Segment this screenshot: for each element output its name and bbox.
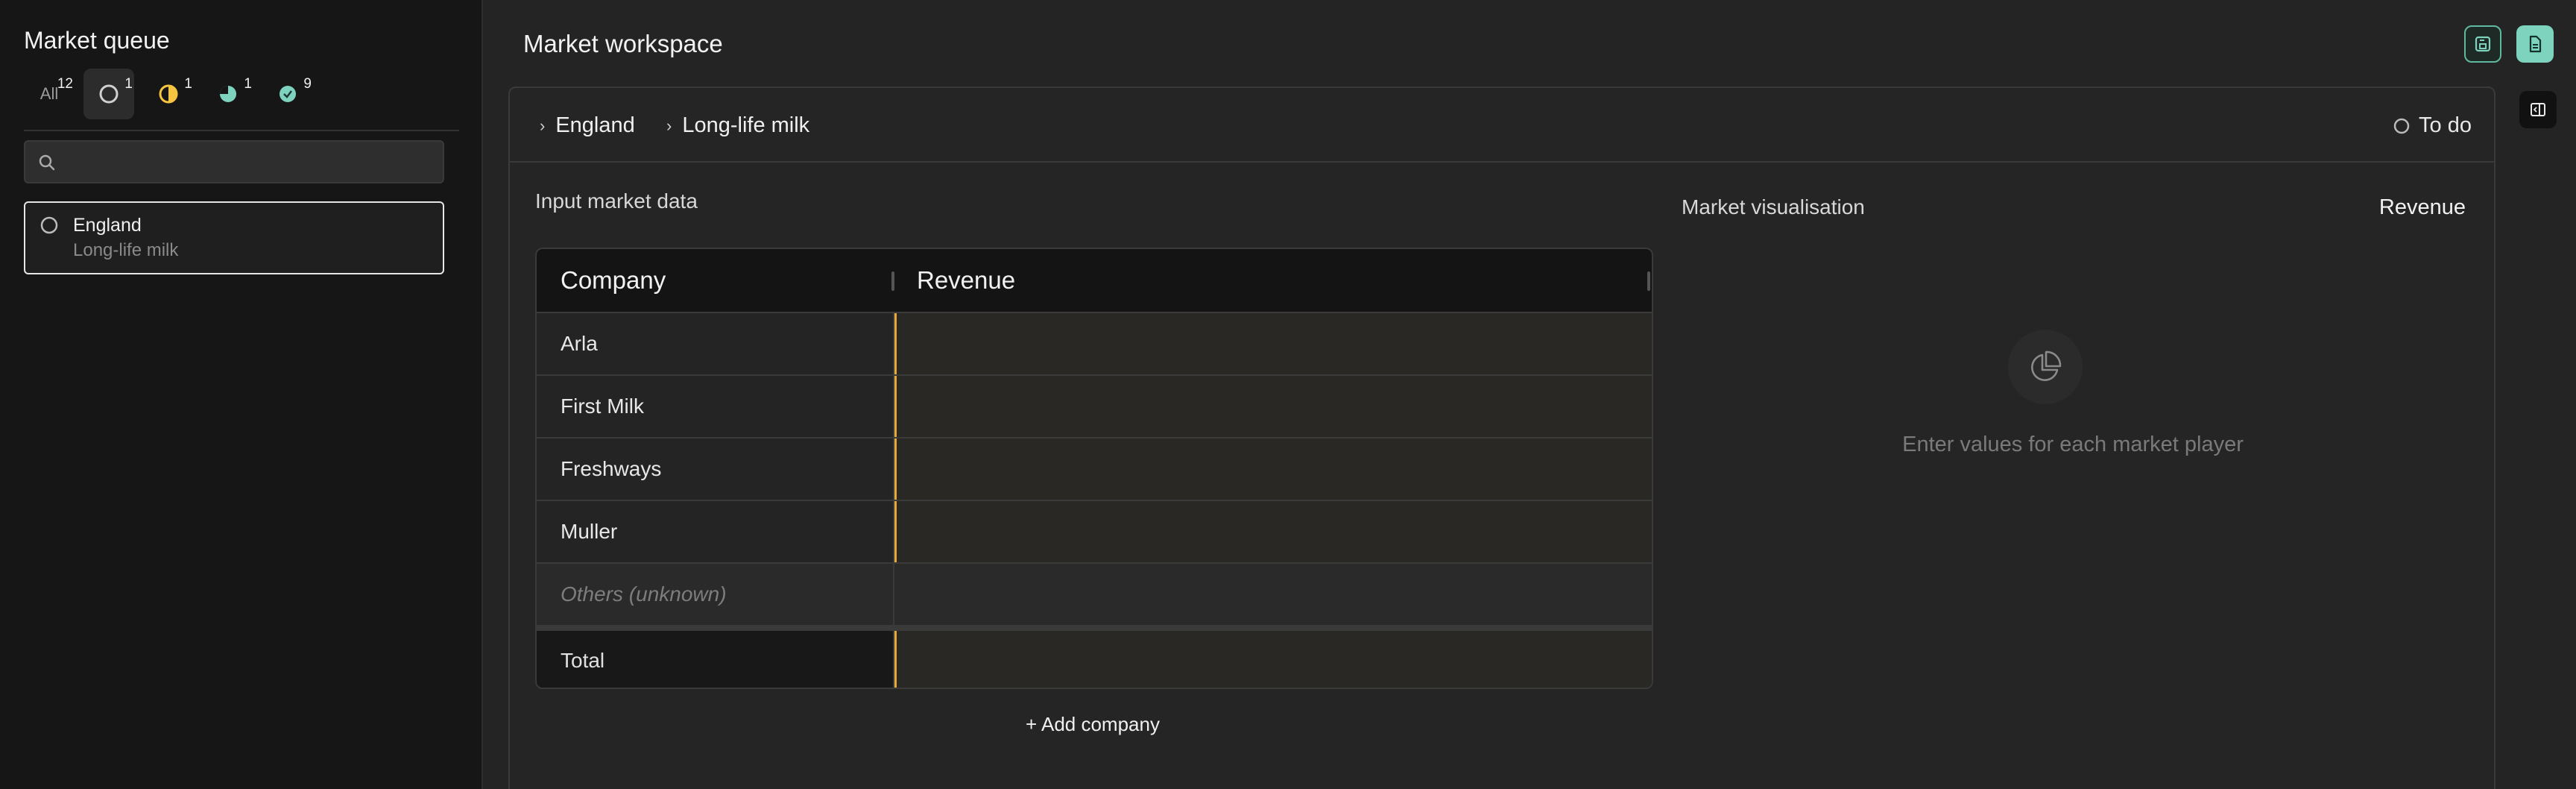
filter-all-label: All: [40, 84, 59, 103]
half-circle-icon: [159, 84, 178, 104]
sidebar-toggle-icon: [2531, 103, 2545, 116]
filter-count: 12: [57, 76, 73, 92]
chevron-right-icon: ›: [540, 116, 546, 135]
filter-count: 1: [244, 76, 252, 92]
empty-circle-icon: [2393, 118, 2410, 133]
status-badge[interactable]: To do: [2392, 113, 2472, 138]
table-row-others: Others (unknown): [537, 564, 1652, 626]
revenue-input-cell[interactable]: [894, 501, 1652, 562]
filter-all[interactable]: All 12: [24, 69, 75, 119]
empty-circle-icon: [40, 216, 58, 234]
workspace-panel: › England › Long-life milk To do Input m…: [508, 87, 2496, 789]
breadcrumb-product[interactable]: › Long-life milk: [666, 113, 809, 138]
chart-placeholder: [2008, 330, 2083, 404]
table-row: First Milk: [537, 376, 1652, 438]
column-header-company: Company: [561, 266, 666, 294]
company-cell[interactable]: Muller: [537, 501, 894, 562]
save-icon: [2475, 36, 2491, 52]
others-value-cell: [894, 564, 1652, 625]
filter-review[interactable]: 1: [203, 69, 253, 119]
page-title: Market workspace: [523, 30, 723, 57]
check-circle-icon: [280, 86, 296, 102]
table-row: Muller: [537, 501, 1652, 564]
filter-in-progress[interactable]: 1: [143, 69, 194, 119]
filter-todo[interactable]: 1: [83, 69, 134, 119]
document-button[interactable]: [2516, 25, 2554, 63]
column-header-revenue: Revenue: [917, 266, 1016, 294]
queue-item-subtitle: Long-life milk: [73, 240, 179, 260]
sidebar-title: Market queue: [24, 27, 170, 54]
total-value-cell[interactable]: [894, 631, 1652, 688]
breadcrumb-country[interactable]: › England: [540, 113, 635, 138]
filter-count: 9: [303, 76, 312, 92]
others-cell: Others (unknown): [537, 564, 894, 625]
document-icon: [2529, 35, 2542, 53]
status-filters: All 12 1 1 1 9: [24, 69, 313, 119]
queue-item-england[interactable]: England Long-life milk: [24, 201, 444, 274]
search-input[interactable]: [64, 148, 437, 177]
total-cell: Total: [537, 631, 894, 688]
status-label: To do: [2419, 113, 2472, 137]
toggle-panel-button[interactable]: [2519, 91, 2557, 128]
pie-circle-icon: [220, 86, 236, 102]
table-row-total: Total: [537, 626, 1652, 688]
filter-count: 1: [124, 76, 133, 92]
revenue-input-cell[interactable]: [894, 313, 1652, 374]
save-button[interactable]: [2464, 25, 2501, 63]
queue-item-title: England: [73, 215, 142, 236]
add-company-button[interactable]: + Add company: [1026, 713, 1160, 736]
sidebar-divider: [24, 130, 459, 131]
empty-circle-icon: [99, 84, 119, 104]
visualisation-metric-selector[interactable]: Revenue: [2379, 195, 2466, 220]
input-section-label: Input market data: [535, 189, 698, 213]
table-header: Company Revenue: [537, 249, 1652, 313]
pie-chart-icon: [2031, 351, 2062, 381]
filter-done[interactable]: 9: [262, 69, 313, 119]
chevron-right-icon: ›: [666, 116, 672, 135]
column-resize-handle[interactable]: [1647, 271, 1650, 291]
breadcrumb-label: Long-life milk: [682, 113, 810, 137]
table-row: Arla: [537, 313, 1652, 376]
market-data-table: Company Revenue Arla First Milk Freshway…: [535, 248, 1653, 689]
revenue-input-cell[interactable]: [894, 376, 1652, 437]
company-cell[interactable]: Arla: [537, 313, 894, 374]
search-icon: [39, 154, 55, 171]
search-box: [24, 140, 444, 183]
breadcrumb: › England › Long-life milk To do: [510, 88, 2494, 163]
company-cell[interactable]: First Milk: [537, 376, 894, 437]
empty-state-message: Enter values for each market player: [1902, 433, 2244, 456]
market-queue-sidebar: Market queue All 12 1 1 1 9 England Long…: [0, 0, 483, 789]
filter-count: 1: [184, 76, 192, 92]
company-cell[interactable]: Freshways: [537, 438, 894, 500]
table-row: Freshways: [537, 438, 1652, 501]
revenue-input-cell[interactable]: [894, 438, 1652, 500]
breadcrumb-label: England: [555, 113, 635, 137]
visualisation-label: Market visualisation: [1682, 195, 1865, 219]
